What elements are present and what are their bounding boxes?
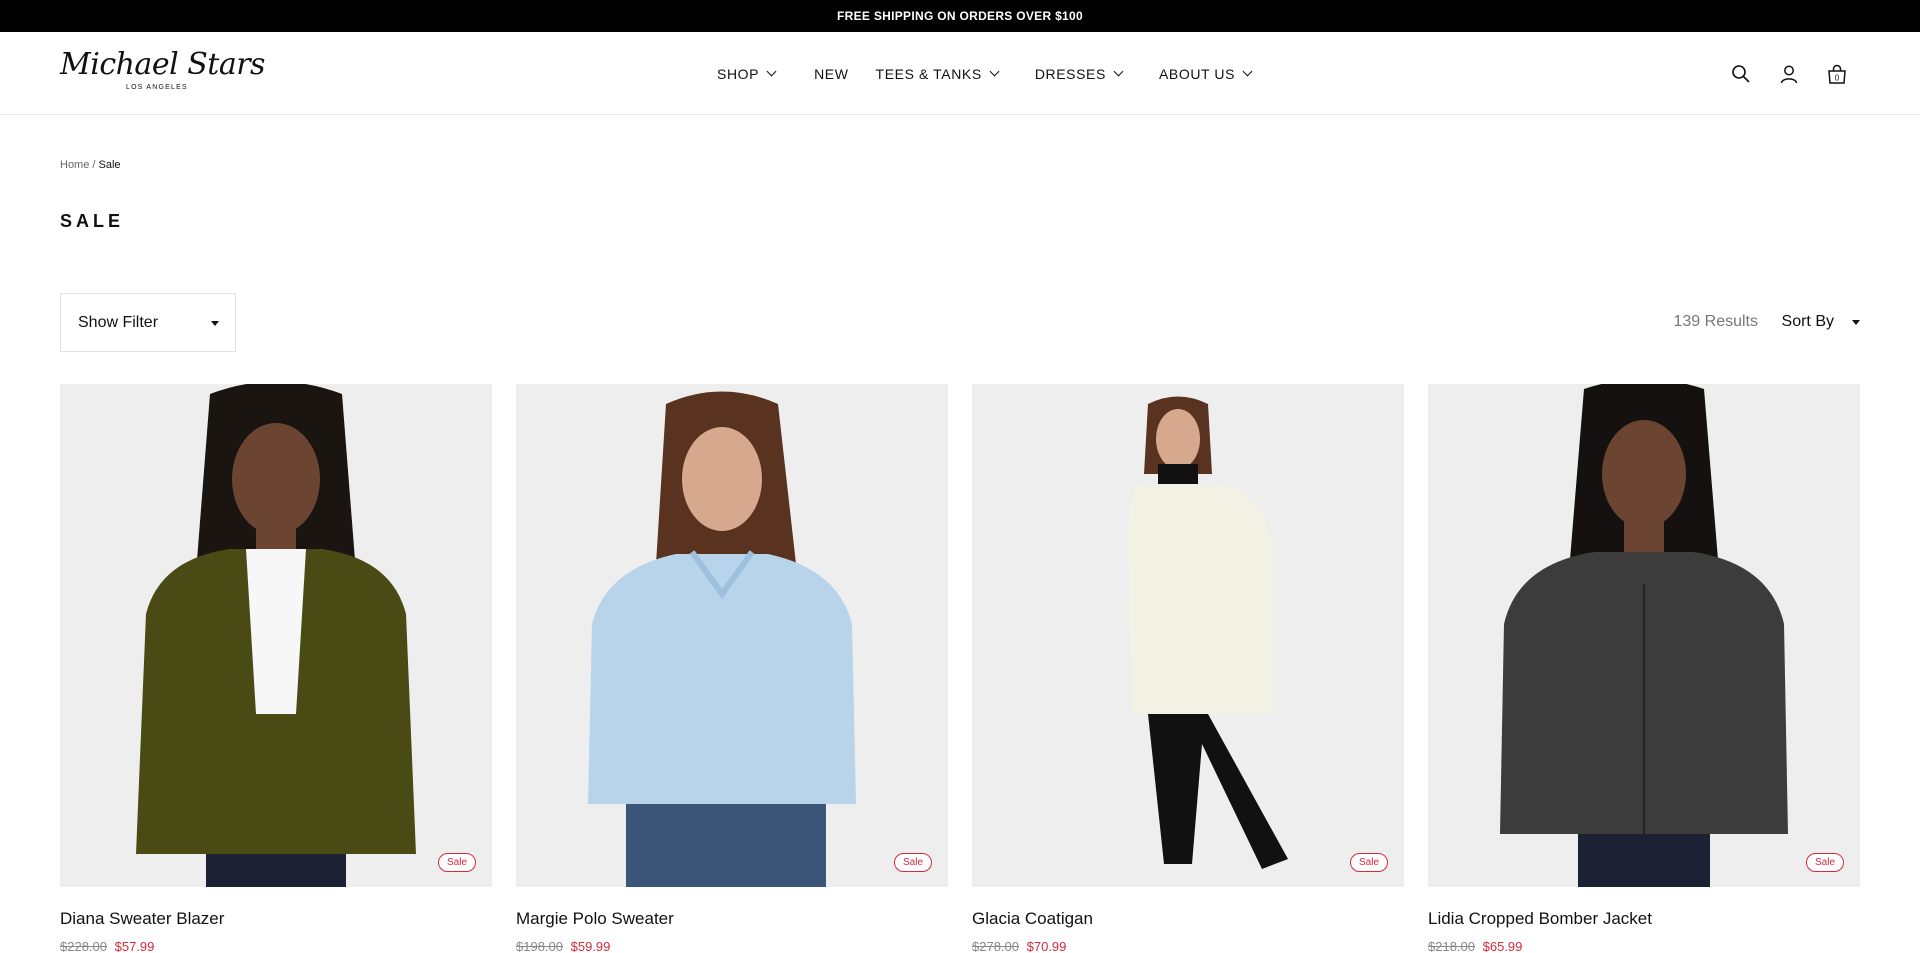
model-photo-icon [1500,384,1788,887]
product-price: $278.00 $70.99 [972,939,1404,953]
brand-logo[interactable]: Michael Stars LOS ANGELES [60,47,265,96]
product-price: $228.00 $57.99 [60,939,492,953]
show-filter-label: Show Filter [78,313,159,331]
product-image[interactable]: Sale [516,384,948,887]
nav-item-tees-tanks[interactable]: TEES & TANKS [875,65,1000,82]
search-icon [1732,65,1750,83]
announcement-text: FREE SHIPPING ON ORDERS OVER $100 [837,9,1083,23]
price-sale: $70.99 [1026,939,1067,953]
main-nav: SHOP NEW TEES & TANKS DRESSES ABOUT US [717,32,1253,115]
sale-badge: Sale [1805,853,1844,872]
product-grid: Sale Diana Sweater Blazer $228.00 $57.99… [60,384,1860,953]
price-original: $198.00 [516,939,563,953]
breadcrumb-home[interactable]: Home [60,159,89,171]
chevron-down-icon [1113,66,1124,77]
cart-count: 0 [1835,74,1840,83]
model-photo-icon [136,384,416,887]
product-name[interactable]: Lidia Cropped Bomber Jacket [1428,909,1860,929]
brand-logo-name: Michael Stars [60,47,265,82]
results-count: 139 Results [1673,313,1759,330]
header-actions: 0 [1717,60,1861,88]
sale-badge: Sale [893,853,932,872]
product-image[interactable]: Sale [1428,384,1860,887]
sale-badge: Sale [437,853,476,872]
chevron-down-icon [989,66,1000,77]
show-filter-button[interactable]: Show Filter [60,293,236,352]
nav-item-label: DRESSES [1034,65,1106,82]
nav-item-label: ABOUT US [1158,65,1236,82]
search-button[interactable] [1717,60,1765,88]
product-image[interactable]: Sale [60,384,492,887]
model-photo-icon [588,391,856,887]
caret-down-icon [1852,319,1860,325]
product-price: $218.00 $65.99 [1428,939,1860,953]
price-sale: $65.99 [1482,939,1523,953]
breadcrumb-current: Sale [98,159,121,171]
site-header: Michael Stars LOS ANGELES SHOP NEW TEES … [0,32,1920,115]
sort-by-label: Sort By [1781,313,1834,330]
nav-item-new[interactable]: NEW [814,66,848,82]
nav-item-shop[interactable]: SHOP [717,65,777,82]
page-title: SALE [60,211,125,231]
breadcrumb-separator: / [92,159,96,171]
product-card[interactable]: Sale Diana Sweater Blazer $228.00 $57.99 [60,384,492,953]
product-name[interactable]: Glacia Coatigan [972,909,1404,929]
nav-item-label: NEW [814,65,849,82]
price-original: $218.00 [1428,939,1475,953]
garment-shape [1128,484,1272,714]
price-original: $228.00 [60,939,107,953]
nav-item-about-us[interactable]: ABOUT US [1158,65,1253,82]
nav-item-dresses[interactable]: DRESSES [1034,65,1124,82]
caret-down-icon [211,321,219,326]
breadcrumb: Home / Sale [60,159,121,171]
product-name[interactable]: Margie Polo Sweater [516,909,948,929]
product-name[interactable]: Diana Sweater Blazer [60,909,492,929]
product-image[interactable]: Sale [972,384,1404,887]
price-sale: $57.99 [114,939,155,953]
product-card[interactable]: Sale Lidia Cropped Bomber Jacket $218.00… [1428,384,1860,953]
account-button[interactable] [1765,60,1813,88]
product-card[interactable]: Sale Margie Polo Sweater $198.00 $59.99 [516,384,948,953]
cart-button[interactable]: 0 [1813,60,1861,88]
account-icon [1780,65,1798,84]
cart-icon: 0 [1828,64,1846,84]
chevron-down-icon [766,66,777,77]
model-photo-icon [1128,396,1288,869]
nav-item-label: SHOP [717,65,760,82]
price-original: $278.00 [972,939,1019,953]
sale-badge: Sale [1349,853,1388,872]
product-card[interactable]: Sale Glacia Coatigan $278.00 $70.99 [972,384,1404,953]
sort-by-dropdown[interactable]: Sort By [1782,313,1860,331]
chevron-down-icon [1242,66,1253,77]
nav-item-label: TEES & TANKS [875,65,982,82]
brand-logo-tagline: LOS ANGELES [126,84,188,91]
product-price: $198.00 $59.99 [516,939,948,953]
price-sale: $59.99 [570,939,611,953]
announcement-bar: FREE SHIPPING ON ORDERS OVER $100 [0,0,1920,32]
